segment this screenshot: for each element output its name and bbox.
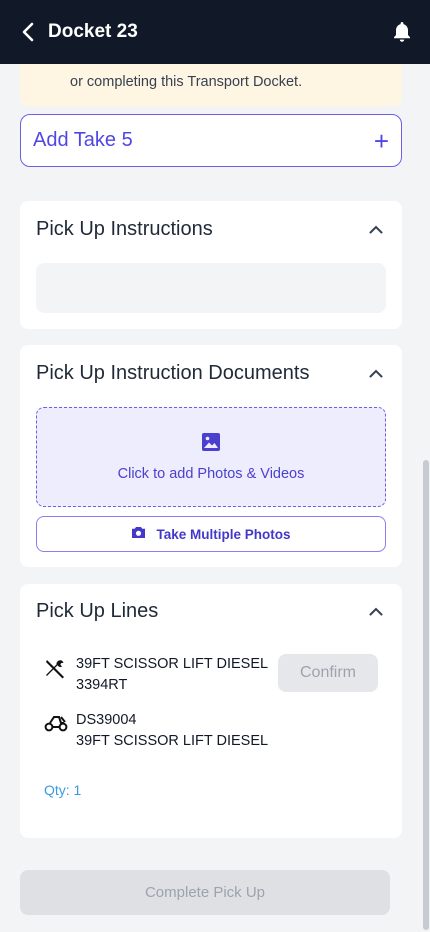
add-take5-button[interactable]: Add Take 5 + xyxy=(20,114,402,167)
warning-text: or completing this Transport Docket. xyxy=(70,74,303,90)
upload-dropzone[interactable]: Click to add Photos & Videos xyxy=(36,407,386,507)
instructions-card: Pick Up Instructions xyxy=(20,201,402,329)
back-arrow-icon[interactable] xyxy=(16,20,40,44)
warning-banner: or completing this Transport Docket. xyxy=(20,64,402,106)
upload-label: Click to add Photos & Videos xyxy=(117,466,305,482)
pickup-line-item: DS39004 39FT SCISSOR LIFT DIESEL xyxy=(20,710,402,766)
chevron-up-icon[interactable] xyxy=(366,363,386,383)
instructions-title: Pick Up Instructions xyxy=(36,217,213,240)
pickup-lines-header[interactable]: Pick Up Lines xyxy=(20,584,402,638)
line-item-code: 3394RT xyxy=(76,677,128,693)
chevron-up-icon[interactable] xyxy=(366,601,386,621)
instructions-header[interactable]: Pick Up Instructions xyxy=(20,201,402,257)
take-multiple-photos-button[interactable]: Take Multiple Photos xyxy=(36,516,386,552)
vehicle-icon xyxy=(44,714,68,737)
line-item-description: 39FT SCISSOR LIFT DIESEL xyxy=(76,656,269,672)
take-multiple-photos-label: Take Multiple Photos xyxy=(156,526,291,542)
line-item-description: 39FT SCISSOR LIFT DIESEL xyxy=(76,733,269,749)
line-item-text: DS39004 39FT SCISSOR LIFT DIESEL xyxy=(76,710,268,752)
pickup-line-item: 39FT SCISSOR LIFT DIESEL 3394RT Confirm xyxy=(20,654,402,710)
top-app-bar: Docket 23 xyxy=(0,0,430,64)
bell-icon[interactable] xyxy=(390,20,414,44)
confirm-button[interactable]: Confirm xyxy=(278,654,378,692)
image-icon xyxy=(201,432,221,456)
camera-icon xyxy=(131,526,146,542)
instructions-text-box xyxy=(36,263,386,313)
pickup-lines-card: Pick Up Lines 39FT SCISSOR LIFT DIESEL 3… xyxy=(20,584,402,838)
documents-title: Pick Up Instruction Documents xyxy=(36,361,310,384)
scroll-content[interactable]: or completing this Transport Docket. Add… xyxy=(0,64,430,932)
page-title: Docket 23 xyxy=(48,21,138,42)
scrollbar-thumb[interactable] xyxy=(423,460,429,930)
documents-card: Pick Up Instruction Documents Click to a… xyxy=(20,345,402,567)
line-item-code: DS39004 xyxy=(76,712,137,728)
documents-header[interactable]: Pick Up Instruction Documents xyxy=(20,345,402,401)
pickup-lines-title: Pick Up Lines xyxy=(36,599,159,622)
add-take5-label: Add Take 5 xyxy=(33,129,133,151)
quantity-label: Qty: 1 xyxy=(44,782,82,798)
complete-pickup-button[interactable]: Complete Pick Up xyxy=(20,870,390,915)
plus-icon: + xyxy=(373,125,389,156)
tools-icon xyxy=(44,658,66,685)
chevron-up-icon[interactable] xyxy=(366,219,386,239)
line-item-text: 39FT SCISSOR LIFT DIESEL 3394RT xyxy=(76,654,268,696)
